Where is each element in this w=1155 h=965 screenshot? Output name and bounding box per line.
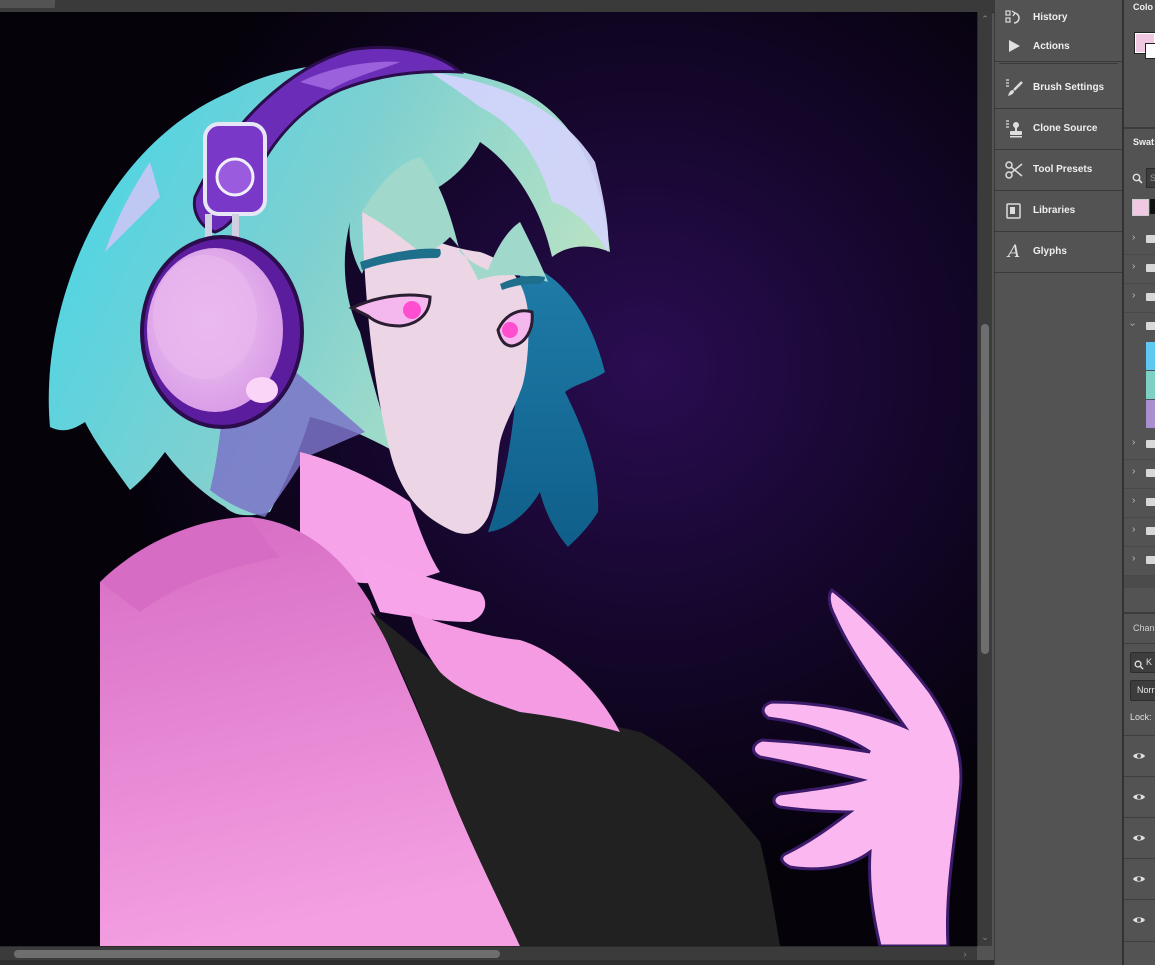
scroll-up-arrow-icon[interactable]: ⌃ <box>978 14 992 24</box>
recent-swatch-pink[interactable] <box>1132 199 1149 216</box>
eye-icon[interactable] <box>1132 749 1146 763</box>
color-panel-title[interactable]: Colo <box>1133 2 1153 12</box>
chevron-down-icon[interactable]: › <box>1127 323 1138 326</box>
swatch-folder-open[interactable]: › <box>1124 312 1155 341</box>
layer-row[interactable] <box>1124 858 1155 900</box>
swatch-folder[interactable]: › <box>1124 283 1155 313</box>
tool-presets-icon <box>1004 160 1024 180</box>
folder-icon <box>1146 322 1155 330</box>
recent-swatch-black[interactable] <box>1150 199 1155 214</box>
scroll-down-arrow-icon[interactable]: ⌄ <box>978 932 992 942</box>
dock-item-tool-presets[interactable]: Tool Presets <box>995 149 1122 191</box>
blend-mode-value: Norr <box>1137 685 1155 695</box>
folder-icon <box>1146 264 1155 272</box>
brush-icon <box>1004 78 1024 98</box>
document-tab[interactable] <box>0 0 55 8</box>
play-icon <box>1004 36 1024 56</box>
swatch-folder[interactable]: › <box>1124 254 1155 284</box>
folder-icon <box>1146 469 1155 477</box>
vertical-scrollbar[interactable]: ⌃ ⌄ <box>977 12 992 946</box>
swatch-folder[interactable]: › <box>1124 546 1155 576</box>
folder-icon <box>1146 440 1155 448</box>
panel-separator <box>1124 127 1155 129</box>
dock-item-label: Clone Source <box>1033 123 1098 134</box>
chevron-right-icon[interactable]: › <box>1132 495 1135 506</box>
scroll-right-arrow-icon[interactable]: › <box>958 949 972 959</box>
dock-item-actions[interactable]: Actions <box>995 31 1122 62</box>
swatch-color[interactable] <box>1146 400 1155 428</box>
glyph-icon: A <box>1007 241 1021 262</box>
swatch-folder[interactable]: › <box>1124 225 1155 255</box>
dock-item-history[interactable]: History <box>995 4 1122 31</box>
artwork-canvas[interactable] <box>0 12 977 946</box>
dock-item-libraries[interactable]: Libraries <box>995 190 1122 232</box>
stamp-icon <box>1004 119 1024 139</box>
search-icon <box>1132 171 1143 189</box>
swatch-color[interactable] <box>1146 371 1155 399</box>
eye-icon[interactable] <box>1132 831 1146 845</box>
swatch-folder[interactable]: › <box>1124 488 1155 518</box>
chevron-right-icon[interactable]: › <box>1132 232 1135 243</box>
panel-separator <box>1124 643 1155 644</box>
dock-item-label: Glyphs <box>1033 246 1067 257</box>
headphone-cup-shine <box>246 377 278 403</box>
search-icon <box>1134 657 1144 675</box>
canvas-area[interactable] <box>0 12 977 946</box>
dock-item-clone-source[interactable]: Clone Source <box>995 108 1122 150</box>
chevron-right-icon[interactable]: › <box>1132 261 1135 272</box>
swatch-folder[interactable]: › <box>1124 459 1155 489</box>
swatch-search-input[interactable]: S <box>1146 168 1155 188</box>
dock-item-label: Actions <box>1033 40 1070 52</box>
folder-icon <box>1146 556 1155 564</box>
layer-row[interactable] <box>1124 735 1155 777</box>
photoshop-window: ⌃ ⌄ › History Actions Brush Settings Clo… <box>0 0 1155 965</box>
right-panel-column: Colo Swat S › › › › › › › › › Chan <box>1122 0 1155 965</box>
libraries-icon <box>1004 201 1024 221</box>
eye-icon[interactable] <box>1132 913 1146 927</box>
left-iris <box>403 301 421 319</box>
dock-item-label: Tool Presets <box>1033 164 1093 175</box>
swatch-color[interactable] <box>1146 342 1155 370</box>
dock-item-label: Brush Settings <box>1033 82 1105 93</box>
channels-panel-title[interactable]: Chan <box>1133 623 1155 633</box>
eye-icon[interactable] <box>1132 790 1146 804</box>
chevron-right-icon[interactable]: › <box>1132 290 1135 301</box>
dock-item-label: Libraries <box>1033 205 1076 216</box>
swatch-folder[interactable]: › <box>1124 517 1155 547</box>
dock-item-label: History <box>1033 12 1068 23</box>
swatch-folder[interactable]: › <box>1124 430 1155 460</box>
layer-row[interactable] <box>1124 776 1155 818</box>
swatches-footer <box>1124 576 1155 588</box>
chevron-right-icon[interactable]: › <box>1132 524 1135 535</box>
folder-icon <box>1146 527 1155 535</box>
panel-separator <box>1124 612 1155 614</box>
layer-row[interactable] <box>1124 899 1155 942</box>
blend-mode-select[interactable]: Norr <box>1130 680 1155 701</box>
headphone-slider-knob <box>215 157 255 197</box>
horizontal-scrollbar-thumb[interactable] <box>14 950 500 958</box>
lock-label: Lock: <box>1130 712 1152 722</box>
chevron-right-icon[interactable]: › <box>1132 466 1135 477</box>
background-color-swatch[interactable] <box>1145 43 1155 59</box>
dock-item-glyphs[interactable]: A Glyphs <box>995 231 1122 273</box>
layer-filter-field[interactable]: K <box>1130 652 1155 673</box>
layer-row[interactable] <box>1124 817 1155 859</box>
swatches-panel-title[interactable]: Swat <box>1133 137 1154 147</box>
folder-icon <box>1146 235 1155 243</box>
history-icon <box>1004 8 1024 28</box>
dock-item-brush-settings[interactable]: Brush Settings <box>995 67 1122 109</box>
vertical-scrollbar-thumb[interactable] <box>981 324 989 654</box>
status-strip <box>0 960 1155 965</box>
folder-icon <box>1146 498 1155 506</box>
chevron-right-icon[interactable]: › <box>1132 437 1135 448</box>
headphone-cup-inner <box>153 255 257 379</box>
eye-icon[interactable] <box>1132 872 1146 886</box>
chevron-right-icon[interactable]: › <box>1132 553 1135 564</box>
horizontal-scrollbar[interactable]: › <box>0 946 977 961</box>
layer-filter-kind: K <box>1146 657 1153 667</box>
right-iris <box>502 322 518 338</box>
folder-icon <box>1146 293 1155 301</box>
panel-dock: History Actions Brush Settings Clone Sou… <box>994 0 1122 965</box>
